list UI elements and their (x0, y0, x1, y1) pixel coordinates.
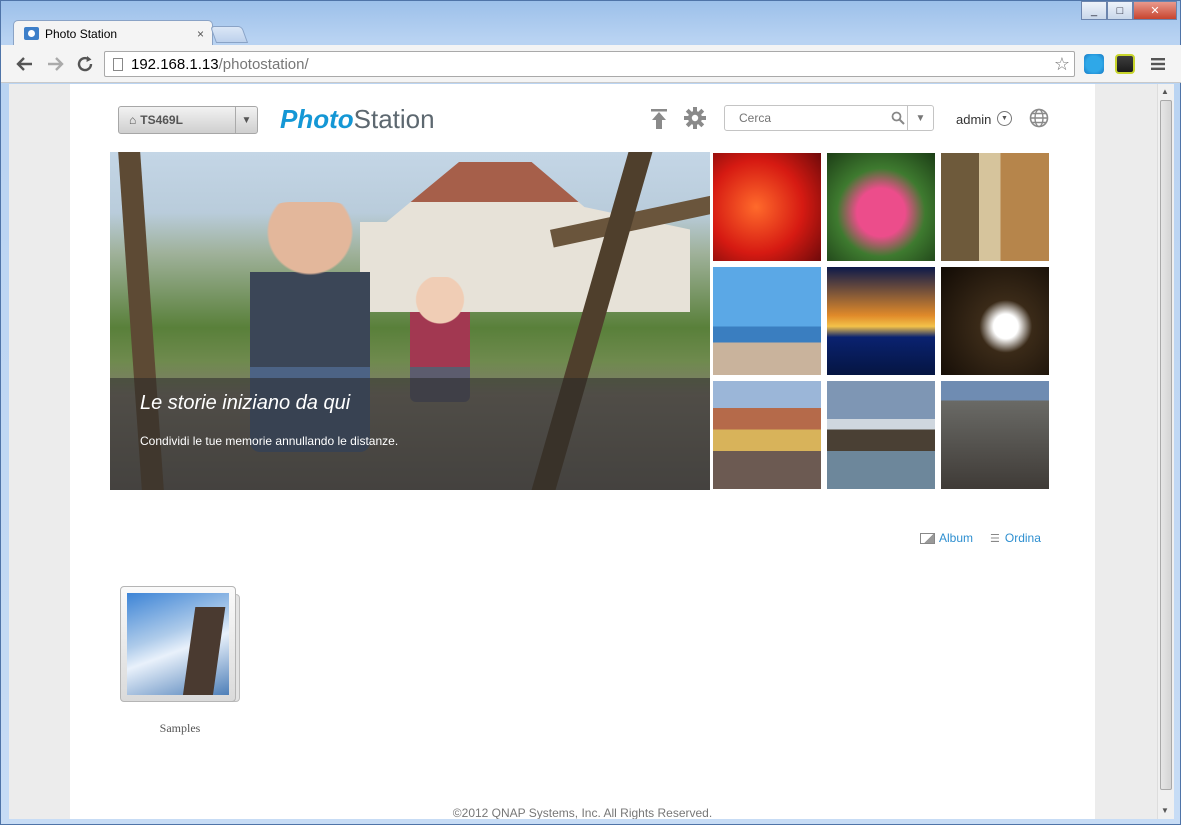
folder-front (120, 586, 236, 702)
upload-icon[interactable] (650, 109, 668, 129)
list-icon: ☰ (990, 532, 1000, 545)
minimize-button[interactable]: _ (1081, 1, 1107, 20)
bookmark-star-icon[interactable]: ☆ (1054, 54, 1070, 75)
search-box: ▼ (724, 105, 934, 131)
home-icon: ⌂ (129, 113, 137, 127)
thumbnail-white-flower[interactable] (940, 266, 1050, 376)
tab-strip: Photo Station × _ □ ✕ (1, 1, 1181, 46)
album-view-button[interactable]: Album (920, 531, 973, 545)
reload-icon[interactable] (73, 53, 97, 75)
browser-window: Photo Station × _ □ ✕ 192.168.1.13 /phot… (0, 0, 1181, 825)
scroll-up-arrow-icon[interactable]: ▲ (1161, 87, 1169, 96)
maximize-button[interactable]: □ (1107, 1, 1133, 20)
search-icon[interactable] (891, 111, 905, 125)
scrollbar-thumb[interactable] (1160, 100, 1172, 790)
thumbnail-coastal-village[interactable] (712, 380, 822, 490)
sort-label: Ordina (1004, 531, 1041, 545)
user-name[interactable]: admin (956, 112, 991, 127)
url-host: 192.168.1.13 (131, 55, 219, 73)
featured-thumbnails (712, 152, 1054, 490)
new-tab-button[interactable] (209, 26, 249, 43)
browser-toolbar: 192.168.1.13 /photostation/ ☆ (1, 45, 1181, 83)
page-icon (113, 57, 123, 71)
tab-close-icon[interactable]: × (197, 27, 204, 41)
logo-part-photo: Photo (280, 104, 354, 134)
hero-banner[interactable]: Le storie iniziano da qui Condividi le t… (110, 152, 710, 490)
vertical-scrollbar[interactable]: ▲ ▼ (1157, 84, 1174, 819)
chevron-down-icon[interactable]: ▼ (235, 107, 257, 133)
skype-extension-icon[interactable] (1084, 54, 1104, 74)
photostation-logo: Photo Station (280, 104, 435, 135)
sort-button[interactable]: ☰ Ordina (990, 531, 1041, 545)
tab-photo-station[interactable]: Photo Station × (13, 20, 213, 46)
back-arrow-icon[interactable] (13, 53, 37, 75)
extension-icon[interactable] (1115, 54, 1135, 74)
album-icon (920, 532, 935, 544)
thumbnail-marine-park[interactable] (712, 266, 822, 376)
nas-selector[interactable]: ⌂ TS469L ▼ (118, 106, 258, 134)
thumbnail-church-facade[interactable] (940, 380, 1050, 490)
menu-icon[interactable] (1146, 53, 1170, 75)
forward-arrow-icon[interactable] (43, 53, 67, 75)
hero-subtitle: Condividi le tue memorie annullando le d… (140, 434, 399, 448)
footer-copyright: ©2012 QNAP Systems, Inc. All Rights Rese… (452, 806, 713, 819)
album-view-label: Album (939, 531, 974, 545)
album-folder-samples[interactable] (120, 586, 240, 706)
thumbnail-pink-flowers[interactable] (826, 152, 936, 262)
gear-icon[interactable] (684, 107, 706, 129)
close-window-button[interactable]: ✕ (1133, 1, 1177, 20)
thumbnail-red-leaves[interactable] (712, 152, 822, 262)
folder-label[interactable]: Samples (120, 721, 240, 736)
thumbnail-mask[interactable] (940, 152, 1050, 262)
page-viewport: ⌂ TS469L ▼ Photo Station Cerca ▼ admin ▼… (9, 84, 1157, 819)
camera-icon (24, 27, 39, 40)
address-bar[interactable]: 192.168.1.13 /photostation/ ☆ (104, 51, 1075, 77)
window-controls: _ □ ✕ (1081, 1, 1177, 20)
logo-part-station: Station (353, 104, 435, 134)
folder-cover-photo (127, 593, 229, 695)
nas-name: TS469L (140, 113, 183, 127)
photostation-page: ⌂ TS469L ▼ Photo Station Cerca ▼ admin ▼… (70, 84, 1095, 819)
search-input[interactable] (725, 107, 885, 129)
globe-icon[interactable] (1029, 108, 1049, 128)
tab-title: Photo Station (45, 26, 118, 41)
url-path: /photostation/ (218, 55, 309, 73)
hero-title: Le storie iniziano da qui (140, 392, 351, 414)
thumbnail-river-valley[interactable] (826, 380, 936, 490)
thumbnail-sunset-couple[interactable] (826, 266, 936, 376)
user-menu-chevron-icon[interactable]: ▼ (997, 111, 1012, 126)
search-options-chevron-icon[interactable]: ▼ (907, 106, 933, 130)
scroll-down-arrow-icon[interactable]: ▼ (1161, 806, 1169, 815)
